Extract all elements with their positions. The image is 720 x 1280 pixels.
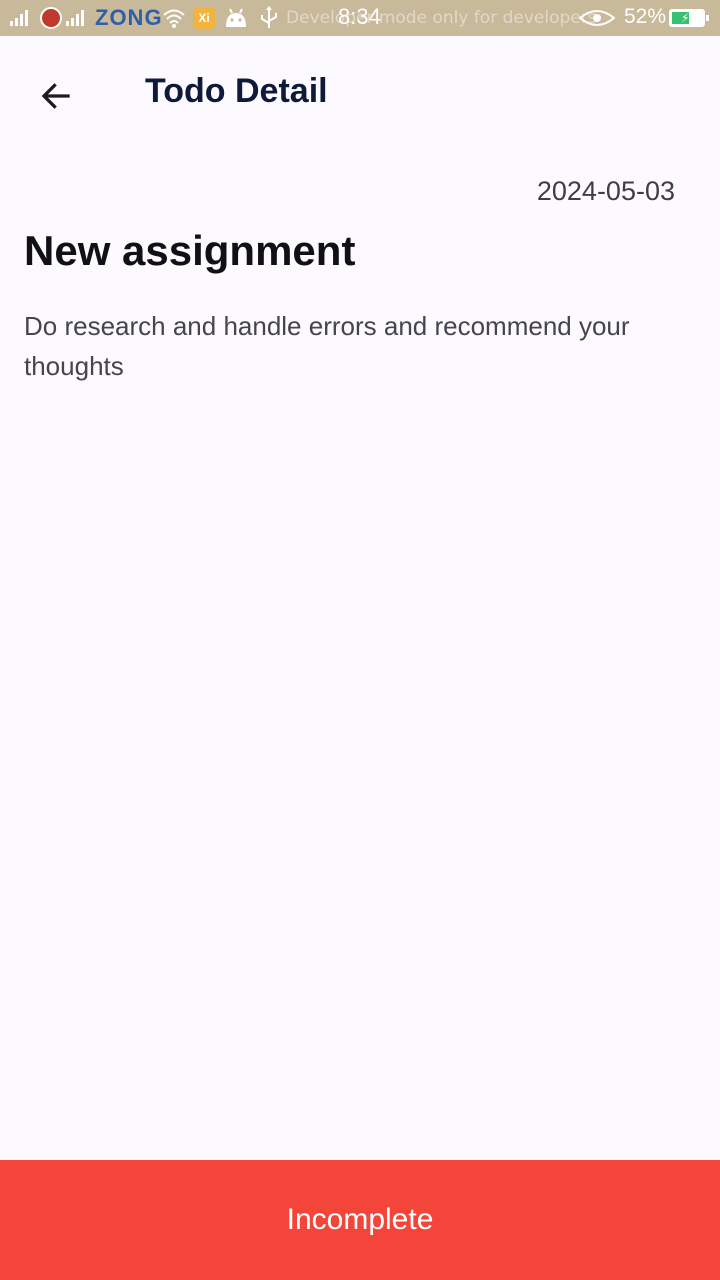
charging-bolt-icon: ⚡ <box>681 11 690 25</box>
toggle-status-button[interactable]: Incomplete <box>0 1160 720 1280</box>
app-notification-icon: Xi <box>193 7 215 29</box>
app-bar: Todo Detail <box>0 36 720 148</box>
status-bar: ZONG Xi Developer mode only for develope… <box>0 0 720 36</box>
todo-description: Do research and handle errors and recomm… <box>24 311 630 381</box>
usb-icon <box>261 6 277 28</box>
todo-title: New assignment <box>24 227 356 274</box>
arrow-left-icon <box>41 83 70 109</box>
page-title: Todo Detail <box>145 72 328 110</box>
developer-mode-watermark: Developer mode only for developers <box>286 8 597 28</box>
android-debug-icon <box>226 8 246 27</box>
eye-comfort-icon <box>578 10 616 26</box>
back-button[interactable] <box>28 68 84 124</box>
battery-percentage: 52% <box>624 5 667 28</box>
clock: 8:34 <box>338 4 381 29</box>
signal-strength-icon <box>66 10 84 26</box>
battery-icon: ⚡ <box>669 9 709 27</box>
sim-icon <box>40 7 62 29</box>
wifi-icon <box>163 9 185 28</box>
carrier-name: ZONG <box>95 5 163 30</box>
todo-date: 2024-05-03 <box>536 176 675 206</box>
signal-strength-icon <box>10 10 28 26</box>
